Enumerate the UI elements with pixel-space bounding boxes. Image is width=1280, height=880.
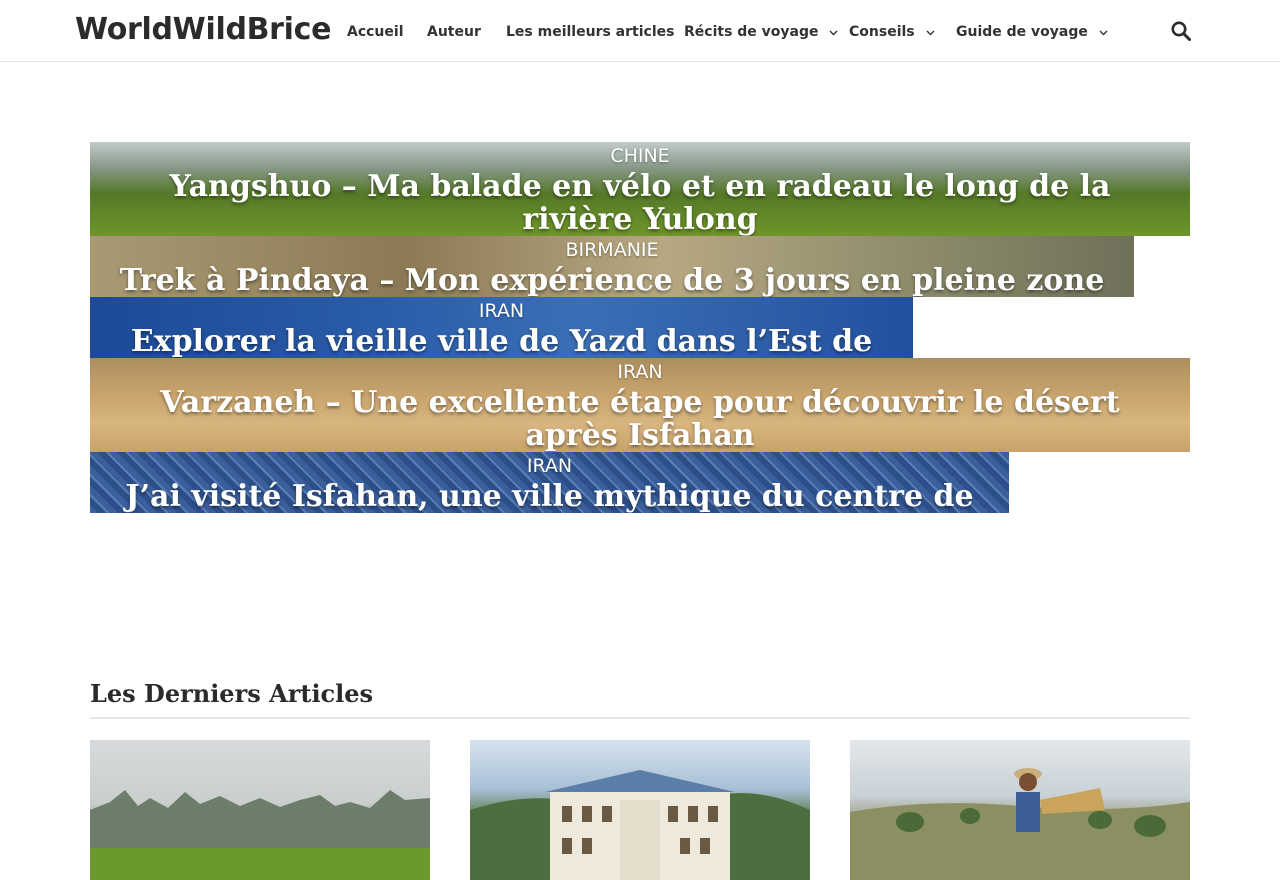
featured-post-category[interactable]: IRAN <box>90 360 1190 384</box>
nav-item-recits-de-voyage[interactable]: Récits de voyage <box>684 22 838 42</box>
nav-item-label: Récits de voyage <box>684 24 819 40</box>
site-header: WorldWildBrice Accueil Auteur Les meille… <box>0 0 1280 62</box>
featured-post-title[interactable]: Varzaneh – Une excellente étape pour déc… <box>90 386 1190 452</box>
featured-post-title[interactable]: Yangshuo – Ma balade en vélo et en radea… <box>90 170 1190 236</box>
nav-item-guide-de-voyage[interactable]: Guide de voyage <box>956 22 1108 42</box>
featured-post-title[interactable]: J’ai visité Isfahan, une ville mythique … <box>90 480 1009 513</box>
nav-item-label: Guide de voyage <box>956 24 1088 40</box>
featured-post-pindaya[interactable]: BIRMANIE Trek à Pindaya – Mon expérience… <box>90 236 1134 297</box>
featured-post-yazd[interactable]: IRAN Explorer la vieille ville de Yazd d… <box>90 297 913 358</box>
nav-item-label: Accueil <box>347 24 404 40</box>
site-logo[interactable]: WorldWildBrice <box>75 10 332 50</box>
nav-item-label: Conseils <box>849 24 915 40</box>
featured-post-category[interactable]: IRAN <box>90 454 1009 478</box>
karst-landscape-photo <box>90 790 430 880</box>
article-card-thumbnail[interactable] <box>90 740 430 880</box>
article-card-thumbnail[interactable] <box>470 740 810 880</box>
featured-post-title[interactable]: Trek à Pindaya – Mon expérience de 3 jou… <box>90 264 1134 297</box>
chevron-down-icon <box>829 22 838 42</box>
nav-item-auteur[interactable]: Auteur <box>427 22 481 42</box>
search-icon[interactable] <box>1171 21 1191 46</box>
chevron-down-icon <box>926 22 935 42</box>
nav-item-accueil[interactable]: Accueil <box>347 22 404 42</box>
featured-post-isfahan[interactable]: IRAN J’ai visité Isfahan, une ville myth… <box>90 452 1009 513</box>
nav-item-meilleurs-articles[interactable]: Les meilleurs articles <box>506 22 674 42</box>
latest-articles-heading: Les Derniers Articles <box>90 679 374 708</box>
featured-post-title[interactable]: Explorer la vieille ville de Yazd dans l… <box>90 325 913 358</box>
article-card-thumbnail[interactable] <box>850 740 1190 880</box>
section-divider <box>90 717 1190 719</box>
colonial-building-photo <box>470 770 810 880</box>
featured-post-category[interactable]: CHINE <box>90 144 1190 168</box>
featured-post-varzaneh[interactable]: IRAN Varzaneh – Une excellente étape pou… <box>90 358 1190 452</box>
nav-item-label: Auteur <box>427 24 481 40</box>
nav-item-conseils[interactable]: Conseils <box>849 22 935 42</box>
chevron-down-icon <box>1099 22 1108 42</box>
featured-post-category[interactable]: BIRMANIE <box>90 238 1134 262</box>
featured-post-category[interactable]: IRAN <box>90 299 913 323</box>
nav-item-label: Les meilleurs articles <box>506 24 675 40</box>
featured-post-yangshuo[interactable]: CHINE Yangshuo – Ma balade en vélo et en… <box>90 142 1190 236</box>
farmer-field-photo <box>850 768 1190 880</box>
